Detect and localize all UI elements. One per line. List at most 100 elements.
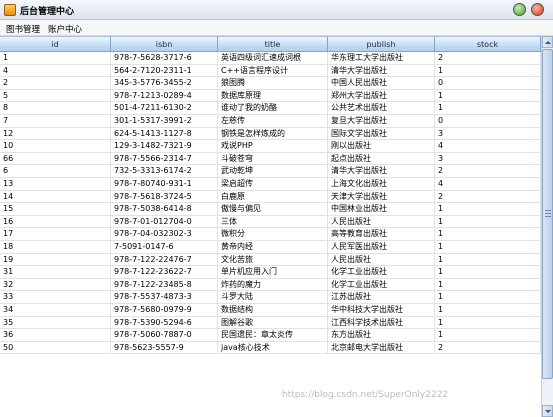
cell-publish[interactable]: 中国人民出版社 <box>328 77 435 90</box>
table-row[interactable]: 15 978-7-5038-6414-8 傲慢与偏见 中国林业出版社 1 <box>0 203 541 216</box>
cell-title[interactable]: 黄帝内经 <box>218 241 328 254</box>
cell-title[interactable]: 三体 <box>218 215 328 229</box>
cell-stock[interactable]: 1 <box>435 89 541 103</box>
column-header-id[interactable]: id <box>0 36 111 52</box>
cell-isbn[interactable]: 732-5-3313-6174-2 <box>111 165 218 178</box>
cell-publish[interactable]: 清华大学出版社 <box>328 64 435 78</box>
cell-stock[interactable]: 1 <box>435 329 541 342</box>
cell-id[interactable]: 19 <box>0 253 111 267</box>
cell-id[interactable]: 33 <box>0 291 111 304</box>
cell-stock[interactable]: 2 <box>435 190 541 204</box>
cell-isbn[interactable]: 624-5-1413-1127-8 <box>111 127 218 141</box>
cell-title[interactable]: 白鹿原 <box>218 190 328 204</box>
table-row[interactable]: 10 129-3-1482-7321-9 戏说PHP 刚以出版社 4 <box>0 140 541 153</box>
cell-id[interactable]: 32 <box>0 278 111 292</box>
cell-id[interactable]: 10 <box>0 140 111 153</box>
cell-isbn[interactable]: 978-7-5060-7887-0 <box>111 329 218 342</box>
cell-id[interactable]: 1 <box>0 52 111 65</box>
cell-id[interactable]: 12 <box>0 127 111 141</box>
cell-isbn[interactable]: 129-3-1482-7321-9 <box>111 140 218 153</box>
cell-title[interactable]: 武动乾坤 <box>218 165 328 178</box>
cell-id[interactable]: 4 <box>0 64 111 78</box>
cell-title[interactable]: 戏说PHP <box>218 140 328 153</box>
table-row[interactable]: 4 564-2-7120-2311-1 C++语言程序设计 清华大学出版社 1 <box>0 64 541 78</box>
table-row[interactable]: 1 978-7-5628-3717-6 英语四级词汇速成词根 华东理工大学出版社 2 <box>0 52 541 65</box>
table-row[interactable]: 5 978-7-1213-0289-4 数据库原理 郑州大学出版社 1 <box>0 89 541 103</box>
column-header-isbn[interactable]: isbn <box>111 36 218 52</box>
cell-isbn[interactable]: 978-7-122-23485-8 <box>111 278 218 292</box>
cell-publish[interactable]: 刚以出版社 <box>328 140 435 153</box>
cell-id[interactable]: 13 <box>0 178 111 191</box>
cell-isbn[interactable]: 978-7-01-012704-0 <box>111 215 218 229</box>
cell-stock[interactable]: 0 <box>435 77 541 90</box>
cell-id[interactable]: 15 <box>0 203 111 216</box>
cell-title[interactable]: java核心技术 <box>218 341 328 355</box>
cell-stock[interactable]: 3 <box>435 127 541 141</box>
cell-isbn[interactable]: 978-7-5537-4873-3 <box>111 291 218 304</box>
cell-publish[interactable]: 华中科技大学出版社 <box>328 304 435 317</box>
table-row[interactable]: 33 978-7-5537-4873-3 斗罗大陆 江苏出版社 1 <box>0 291 541 304</box>
cell-publish[interactable]: 复旦大学出版社 <box>328 115 435 128</box>
cell-isbn[interactable]: 978-7-04-032302-3 <box>111 228 218 241</box>
cell-stock[interactable]: 1 <box>435 102 541 115</box>
cell-stock[interactable]: 1 <box>435 316 541 330</box>
cell-publish[interactable]: 化学工业出版社 <box>328 266 435 279</box>
cell-publish[interactable]: 东方出版社 <box>328 329 435 342</box>
table-row[interactable]: 8 501-4-7211-6130-2 谁动了我的奶酪 公共艺术出版社 1 <box>0 102 541 115</box>
vertical-scrollbar[interactable] <box>541 36 553 417</box>
cell-isbn[interactable]: 564-2-7120-2311-1 <box>111 64 218 78</box>
cell-title[interactable]: 斗罗大陆 <box>218 291 328 304</box>
cell-isbn[interactable]: 978-7-80740-931-1 <box>111 178 218 191</box>
cell-stock[interactable]: 4 <box>435 140 541 153</box>
cell-id[interactable]: 31 <box>0 266 111 279</box>
cell-id[interactable]: 6 <box>0 165 111 178</box>
cell-publish[interactable]: 中国林业出版社 <box>328 203 435 216</box>
cell-title[interactable]: C++语言程序设计 <box>218 64 328 78</box>
cell-publish[interactable]: 郑州大学出版社 <box>328 89 435 103</box>
cell-isbn[interactable]: 978-7-5390-5294-6 <box>111 316 218 330</box>
cell-title[interactable]: 斗破苍穹 <box>218 152 328 166</box>
cell-stock[interactable]: 2 <box>435 165 541 178</box>
cell-stock[interactable]: 1 <box>435 215 541 229</box>
cell-stock[interactable]: 1 <box>435 203 541 216</box>
cell-isbn[interactable]: 978-7-122-23622-7 <box>111 266 218 279</box>
scroll-down-button[interactable] <box>542 405 553 417</box>
cell-publish[interactable]: 国际文学出版社 <box>328 127 435 141</box>
cell-id[interactable]: 16 <box>0 215 111 229</box>
scroll-thumb[interactable] <box>542 49 553 379</box>
cell-isbn[interactable]: 978-7-5618-3724-5 <box>111 190 218 204</box>
cell-title[interactable]: 谁动了我的奶酪 <box>218 102 328 115</box>
cell-stock[interactable]: 1 <box>435 228 541 241</box>
cell-id[interactable]: 36 <box>0 329 111 342</box>
cell-id[interactable]: 7 <box>0 115 111 128</box>
cell-stock[interactable]: 0 <box>435 115 541 128</box>
minimize-button[interactable] <box>513 3 526 16</box>
cell-title[interactable]: 炸药的魔力 <box>218 278 328 292</box>
cell-stock[interactable]: 3 <box>435 152 541 166</box>
table-row[interactable]: 19 978-7-122-22476-7 文化苦旅 人民出版社 1 <box>0 253 541 267</box>
cell-publish[interactable]: 公共艺术出版社 <box>328 102 435 115</box>
menu-account-center[interactable]: 账户中心 <box>45 22 85 36</box>
column-header-stock[interactable]: stock <box>435 36 541 52</box>
cell-publish[interactable]: 华东理工大学出版社 <box>328 52 435 65</box>
cell-isbn[interactable]: 7-5091-0147-6 <box>111 241 218 254</box>
cell-title[interactable]: 狼图腾 <box>218 77 328 90</box>
cell-publish[interactable]: 人民出版社 <box>328 215 435 229</box>
cell-isbn[interactable]: 978-7-5680-0979-9 <box>111 304 218 317</box>
cell-id[interactable]: 8 <box>0 102 111 115</box>
cell-stock[interactable]: 2 <box>435 52 541 65</box>
cell-id[interactable]: 35 <box>0 316 111 330</box>
cell-title[interactable]: 数据库原理 <box>218 89 328 103</box>
cell-publish[interactable]: 北京邮电大学出版社 <box>328 341 435 355</box>
table-row[interactable]: 35 978-7-5390-5294-6 图解谷歌 江西科学技术出版社 1 <box>0 316 541 330</box>
table-row[interactable]: 17 978-7-04-032302-3 微积分 高等教育出版社 1 <box>0 228 541 241</box>
table-row[interactable]: 36 978-7-5060-7887-0 民国遗民：章太炎传 东方出版社 1 <box>0 329 541 342</box>
table-row[interactable]: 31 978-7-122-23622-7 单片机应用入门 化学工业出版社 1 <box>0 266 541 279</box>
table-row[interactable]: 2 345-3-5776-3455-2 狼图腾 中国人民出版社 0 <box>0 77 541 90</box>
cell-title[interactable]: 左慈传 <box>218 115 328 128</box>
cell-isbn[interactable]: 978-7-5038-6414-8 <box>111 203 218 216</box>
table-row[interactable]: 34 978-7-5680-0979-9 数据结构 华中科技大学出版社 1 <box>0 304 541 317</box>
cell-stock[interactable]: 4 <box>435 178 541 191</box>
cell-publish[interactable]: 高等教育出版社 <box>328 228 435 241</box>
cell-id[interactable]: 66 <box>0 152 111 166</box>
